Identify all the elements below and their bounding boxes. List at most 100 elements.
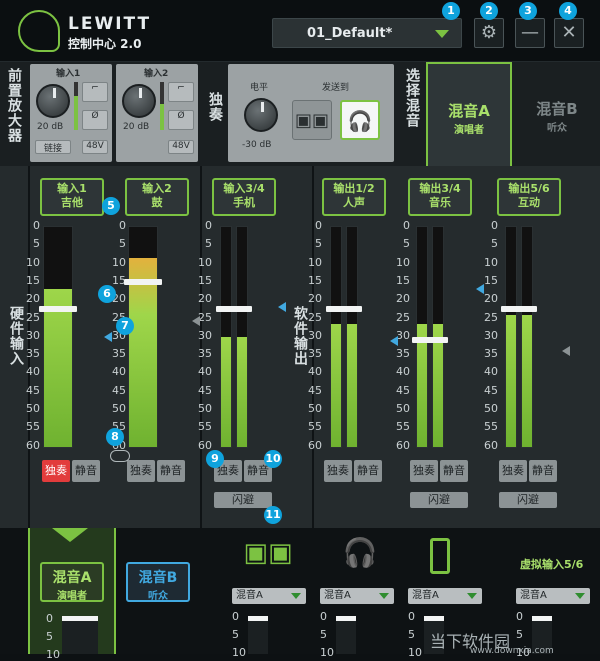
- output-scale-tick: 10: [232, 646, 246, 659]
- scale-tick: 25: [308, 310, 322, 324]
- scale-tick: 55: [484, 420, 498, 434]
- scale-tick: 55: [396, 420, 410, 434]
- mute-button[interactable]: 静音: [529, 460, 557, 482]
- level-fill: [129, 257, 157, 447]
- solo-button[interactable]: 独奏: [324, 460, 352, 482]
- phantom-power-2-button[interactable]: 48V: [168, 140, 194, 154]
- duck-button[interactable]: 闪避: [214, 492, 272, 508]
- highpass-filter-button[interactable]: ⌐: [82, 82, 108, 102]
- speakers-mix-select[interactable]: 混音A: [232, 588, 306, 604]
- output-scale-tick: 0: [408, 610, 415, 623]
- link-button[interactable]: 链接: [35, 140, 71, 154]
- level-meter: [521, 226, 533, 448]
- phone-icon: [430, 538, 450, 574]
- mute-button[interactable]: 静音: [72, 460, 100, 482]
- output-fader[interactable]: [336, 616, 356, 654]
- phone-mix-select[interactable]: 混音A: [408, 588, 482, 604]
- phase-invert-button[interactable]: Ø: [82, 110, 108, 130]
- channel-label-4[interactable]: 输出1/2 人声: [322, 178, 386, 216]
- gain-value-1: 20 dB: [37, 122, 64, 132]
- solo-level-knob[interactable]: [244, 98, 278, 132]
- fader-handle[interactable]: [412, 337, 448, 343]
- channel-label-3[interactable]: 输入3/4 手机: [212, 178, 276, 216]
- channel-label-2[interactable]: 输入2 鼓: [125, 178, 189, 216]
- scale-tick: 50: [308, 402, 322, 415]
- mix-level-marker-icon: [562, 346, 570, 356]
- scale-tick: 20: [26, 292, 40, 306]
- close-button[interactable]: ✕: [554, 18, 584, 48]
- level-meter: [330, 226, 342, 448]
- scale-tick: 45: [26, 383, 40, 397]
- preset-dropdown[interactable]: 01_Default*: [272, 18, 462, 48]
- stereo-link-icon[interactable]: [110, 450, 130, 462]
- virtual-input-mix-select[interactable]: 混音A: [516, 588, 590, 604]
- mix-b-tab-sub: 听众: [547, 123, 567, 134]
- scale-tick: 10: [198, 255, 212, 269]
- duck-button[interactable]: 闪避: [499, 492, 557, 508]
- preamp-ch2-label: 输入2: [144, 69, 169, 79]
- preamp-ch1-label: 输入1: [56, 69, 81, 79]
- settings-button[interactable]: ⚙: [474, 18, 504, 48]
- gain-knob-2[interactable]: [122, 84, 156, 118]
- title-bar: LEWITT 控制中心 2.0 01_Default* ⚙ — ✕ 1 2 3 …: [0, 0, 600, 62]
- mix-a-button[interactable]: 混音A 演唱者: [40, 562, 104, 602]
- output-scale-tick: 0: [46, 612, 53, 625]
- fader-handle[interactable]: [326, 305, 362, 312]
- input-meter-2: [160, 82, 164, 130]
- mute-button[interactable]: 静音: [440, 460, 468, 482]
- channel-name: 输出5/6: [508, 182, 550, 195]
- phantom-power-1-button[interactable]: 48V: [82, 140, 108, 154]
- headphones-mix-select[interactable]: 混音A: [320, 588, 394, 604]
- send-to-label: 发送到: [322, 83, 350, 93]
- scale-tick: 40: [308, 365, 322, 379]
- solo-button[interactable]: 独奏: [499, 460, 527, 482]
- fader-handle[interactable]: [501, 305, 537, 312]
- gain-knob-1[interactable]: [36, 84, 70, 118]
- callout-3: 3: [519, 2, 537, 20]
- level-fill: [522, 315, 532, 447]
- channel-label-1[interactable]: 输入1 吉他: [40, 178, 104, 216]
- phase-invert-icon: Ø: [177, 111, 185, 121]
- mix-a-tab[interactable]: 混音A 演唱者: [426, 62, 512, 166]
- callout-7: 7: [116, 317, 134, 335]
- phase-invert-button-2[interactable]: Ø: [168, 110, 194, 130]
- mix-b-tab[interactable]: 混音B 听众: [514, 62, 600, 166]
- scale-tick: 10: [484, 255, 498, 269]
- solo-button[interactable]: 独奏: [127, 460, 155, 482]
- highpass-filter-button-2[interactable]: ⌐: [168, 82, 194, 102]
- scale-tick: 35: [198, 347, 212, 361]
- callout-10: 10: [264, 450, 282, 468]
- level-fill: [331, 323, 341, 447]
- mix-b-button[interactable]: 混音B 听众: [126, 562, 190, 602]
- output-fader[interactable]: [248, 616, 268, 654]
- mute-button[interactable]: 静音: [157, 460, 185, 482]
- channel-label-5[interactable]: 输出3/4 音乐: [408, 178, 472, 216]
- fader-handle[interactable]: [124, 279, 162, 286]
- bottom-output-section: 混音A 演唱者 混音B 听众 0 5 10 0 5 10 0 5 10 0 5 10 0 5 10 ▣▣ 🎧…: [0, 528, 600, 661]
- callout-1: 1: [442, 2, 460, 20]
- mix-a-sub: 演唱者: [57, 591, 87, 602]
- mute-button[interactable]: 静音: [354, 460, 382, 482]
- scale-tick: 60: [26, 438, 40, 452]
- send-headphones-button[interactable]: 🎧: [340, 100, 380, 140]
- scale-tick: 15: [198, 273, 212, 287]
- speakers-icon: ▣▣: [294, 110, 329, 131]
- output-fader[interactable]: [62, 616, 98, 654]
- channel-sub: 手机: [233, 196, 255, 209]
- send-speakers-button[interactable]: ▣▣: [292, 100, 332, 140]
- scale-tick: 45: [484, 383, 498, 397]
- channel-label-6[interactable]: 输出5/6 互动: [497, 178, 561, 216]
- fader-handle[interactable]: [39, 305, 77, 312]
- fader-handle[interactable]: [216, 305, 252, 312]
- app-subtitle: 控制中心 2.0: [68, 37, 142, 51]
- scale-tick: 35: [308, 347, 322, 361]
- duck-button[interactable]: 闪避: [410, 492, 468, 508]
- solo-button[interactable]: 独奏: [410, 460, 438, 482]
- solo-button[interactable]: 独奏: [42, 460, 70, 482]
- mix-b-sub: 听众: [148, 591, 168, 602]
- scale-tick: 40: [26, 365, 40, 379]
- minimize-button[interactable]: —: [515, 18, 545, 48]
- channel-name: 输入1: [57, 182, 87, 195]
- scale-tick: 0: [315, 219, 322, 232]
- scale-tick: 35: [484, 347, 498, 361]
